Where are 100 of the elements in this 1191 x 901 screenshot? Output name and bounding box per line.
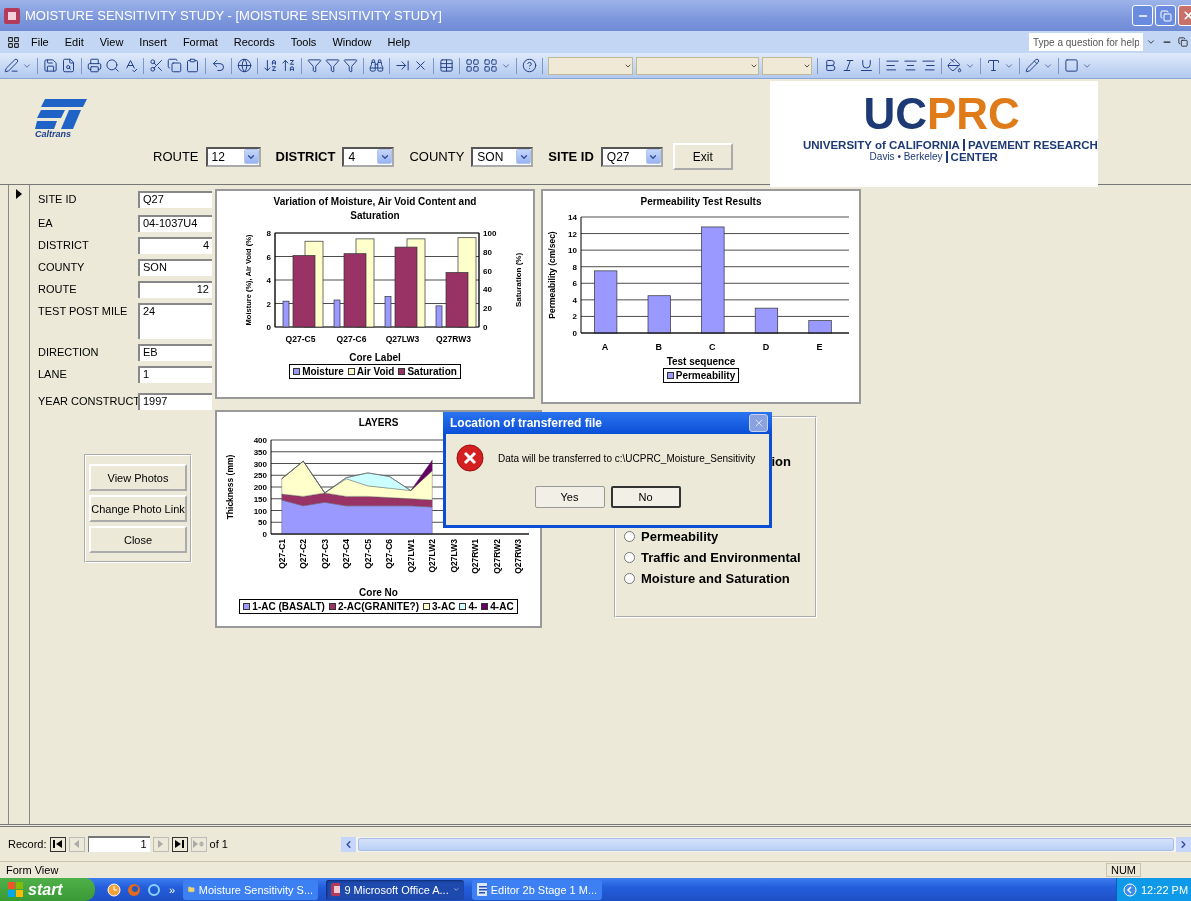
help-search-field[interactable]: Type a question for help [1029, 33, 1143, 51]
globe-icon[interactable] [237, 58, 252, 73]
axis-tick-label: 20 [483, 304, 492, 314]
taskbar-item[interactable]: Editor 2b Stage 1 M... [472, 879, 603, 900]
taskbar-item[interactable]: 9 Microsoft Office A... [326, 879, 465, 900]
menu-item[interactable]: File [23, 36, 57, 48]
exit-button[interactable]: Exit [672, 143, 733, 170]
menu-item[interactable]: Insert [131, 36, 175, 48]
menu-item[interactable]: Records [225, 36, 283, 48]
minimize-button[interactable] [1132, 5, 1153, 26]
grid-icon[interactable] [483, 58, 498, 73]
photo-button[interactable]: Change Photo Link [89, 495, 187, 522]
axis-tick-label: 60 [483, 266, 492, 276]
paint-bucket-icon[interactable] [947, 58, 962, 73]
record-number-field[interactable]: 1 [87, 836, 150, 852]
overflow-button[interactable]: » [169, 883, 176, 896]
menu-item[interactable]: Help [379, 36, 419, 48]
filter-dropdown[interactable]: 4 [342, 146, 395, 167]
chevron-icon[interactable] [1123, 882, 1137, 897]
pencil-icon[interactable] [1025, 58, 1040, 73]
align-center-icon[interactable] [903, 58, 918, 73]
dialog-button[interactable]: No [610, 486, 681, 508]
text-field[interactable]: 12 [138, 281, 212, 298]
text-field[interactable]: 1997 [138, 393, 212, 410]
menu-item[interactable]: Edit [56, 36, 92, 48]
axis-tick-label: Q27-C4 [340, 539, 351, 569]
radio-option[interactable]: Permeability [624, 529, 815, 544]
printer-icon[interactable] [87, 58, 102, 73]
align-left-icon[interactable] [885, 58, 900, 73]
border-icon[interactable] [1064, 58, 1079, 73]
clock-icon[interactable] [107, 882, 121, 897]
radio-option[interactable]: Traffic and Environmental [624, 550, 815, 565]
dialog-button[interactable]: Yes [534, 486, 605, 508]
photo-button[interactable]: View Photos [89, 464, 187, 491]
text-field[interactable]: SON [138, 259, 212, 276]
axis-title: Permeability (cm/sec) [547, 231, 557, 319]
clipboard-icon[interactable] [185, 58, 200, 73]
copy-icon[interactable] [167, 58, 182, 73]
menu-item[interactable]: Tools [282, 36, 325, 48]
filter-label: ROUTE [153, 149, 199, 164]
record-label: Record: [8, 838, 47, 850]
photo-button[interactable]: Close [89, 526, 187, 553]
radio-option[interactable]: Moisture and Saturation [624, 571, 815, 586]
grid-icon[interactable] [465, 58, 480, 73]
sort-ascending-icon[interactable] [263, 58, 278, 73]
text-field[interactable]: EB [138, 344, 212, 361]
scroll-thumb[interactable] [357, 837, 1174, 851]
filter-icon[interactable] [307, 58, 322, 73]
menu-item[interactable]: Window [324, 36, 380, 48]
text-field[interactable]: 04-1037U4 [138, 215, 212, 232]
chart-bar [384, 296, 392, 328]
text-field[interactable]: 1 [138, 366, 212, 383]
filter-icon[interactable] [343, 58, 358, 73]
spellcheck-icon[interactable] [123, 58, 138, 73]
scroll-right-button[interactable] [1176, 836, 1191, 852]
italic-icon[interactable] [841, 58, 856, 73]
restore-icon[interactable] [1178, 37, 1188, 47]
filter-dropdown[interactable]: 12 [205, 146, 261, 167]
help-icon[interactable] [522, 58, 537, 73]
axis-tick-label: Q27RW2 [491, 539, 502, 574]
pencil-icon[interactable] [4, 58, 19, 73]
align-right-icon[interactable] [921, 58, 936, 73]
file-search-icon[interactable] [61, 58, 76, 73]
text-field[interactable]: 4 [138, 237, 212, 254]
field-label: LANE [38, 367, 68, 380]
sort-descending-icon[interactable] [281, 58, 296, 73]
last-record-button[interactable] [171, 836, 188, 852]
filter-dropdown[interactable]: SON [471, 146, 534, 167]
caret-icon[interactable] [1146, 37, 1156, 47]
filter-icon[interactable] [325, 58, 340, 73]
logo-text: Caltrans [35, 129, 72, 139]
delete-icon[interactable] [413, 58, 428, 73]
taskbar-item[interactable]: Moisture Sensitivity S... [183, 879, 319, 900]
text-field[interactable]: 24 [138, 303, 212, 339]
restore-button[interactable] [1155, 5, 1176, 26]
filter-dropdown[interactable]: Q27 [600, 146, 663, 167]
font-color-icon[interactable] [986, 58, 1001, 73]
menu-item[interactable]: View [91, 36, 132, 48]
caret-icon [452, 885, 460, 894]
bold-icon[interactable] [823, 58, 838, 73]
options-heading: ion [771, 454, 791, 469]
horizontal-scrollbar[interactable] [340, 836, 1191, 852]
scissors-icon[interactable] [149, 58, 164, 73]
text-field[interactable]: Q27 [138, 191, 212, 208]
search-icon[interactable] [105, 58, 120, 73]
save-icon[interactable] [43, 58, 58, 73]
scroll-left-button[interactable] [340, 836, 356, 852]
axis-tick-label: 350 [253, 447, 267, 457]
undo-icon[interactable] [211, 58, 226, 73]
menu-item[interactable]: Format [174, 36, 226, 48]
axis-tick-label: 80 [483, 247, 492, 257]
binoculars-icon[interactable] [369, 58, 384, 73]
first-record-button[interactable] [49, 836, 66, 852]
arrow-to-line-icon[interactable] [395, 58, 410, 73]
table-icon[interactable] [439, 58, 454, 73]
error-icon [456, 444, 484, 472]
field-label: DISTRICT [38, 238, 90, 251]
browser-icon[interactable] [147, 882, 161, 897]
new-record-icon [193, 840, 205, 848]
underline-icon[interactable] [859, 58, 874, 73]
